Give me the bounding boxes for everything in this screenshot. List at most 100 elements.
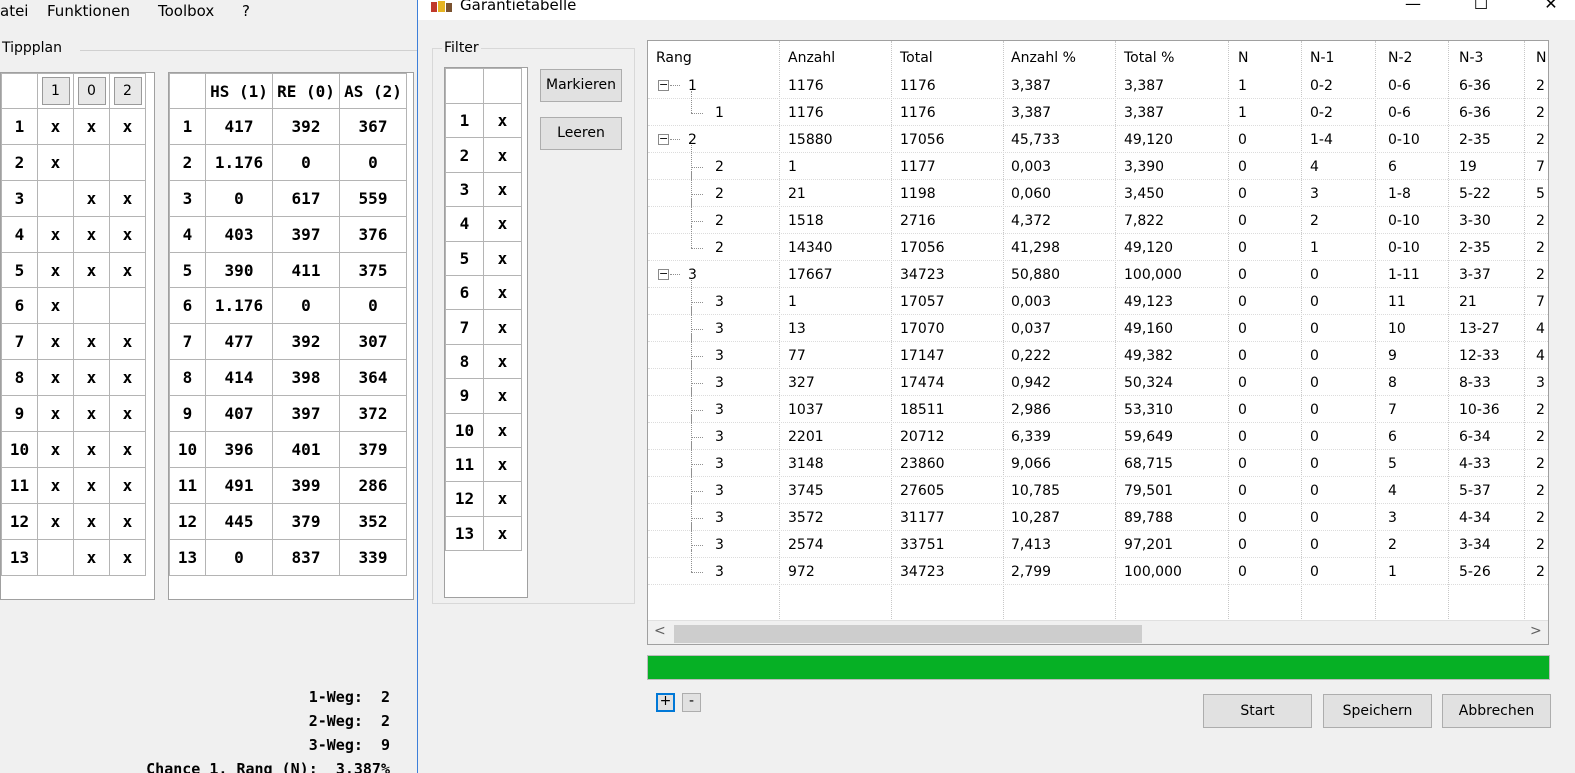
filter-cell[interactable]: x (483, 446, 522, 483)
tipp-cell[interactable] (37, 179, 74, 217)
tipp-cell[interactable]: x (37, 431, 74, 468)
tree-child-row[interactable]: 3 1 17057 0,003 49,123 0 0 11 21 7 (648, 280, 1548, 315)
filter-cell[interactable]: x (483, 309, 522, 345)
column-header[interactable]: N-1 (1310, 50, 1334, 66)
horizontal-scrollbar[interactable]: < > (648, 620, 1548, 644)
statistics-grid[interactable]: HS (1) RE (0) AS (2) 1 417 392 367 2 1.176 0 0 3 0 61… (168, 72, 414, 600)
tipp-cell[interactable]: x (73, 502, 110, 540)
column-header[interactable]: N-2 (1388, 50, 1412, 66)
tipp-cell[interactable]: x (73, 215, 110, 253)
tipp-cell[interactable]: x (109, 466, 146, 504)
tipp-cell[interactable]: x (37, 359, 74, 397)
tippplan-grid[interactable]: 1 0 2 1 x x x 2 x 3 x x 4 x x x 5 x x x 6 x 7 x x x 8 x x x 9 x x x 10 x x x 1… (0, 72, 155, 600)
tipp-cell[interactable]: x (37, 502, 74, 540)
tree-child-row[interactable]: 3 327 17474 0,942 50,324 0 0 8 8-33 3 (648, 361, 1548, 396)
tipp-cell[interactable]: x (73, 466, 110, 504)
menu-datei[interactable]: atei (0, 2, 28, 20)
filter-row[interactable]: 2x (445, 137, 522, 173)
filter-cell[interactable]: x (483, 206, 522, 242)
filter-row[interactable]: 6x (445, 274, 522, 311)
tipp-cell[interactable] (73, 143, 110, 181)
column-header[interactable]: Rang (656, 50, 692, 66)
tipp-col-header-button[interactable]: 1 (41, 77, 70, 105)
tree-child-row[interactable]: 3 3745 27605 10,785 79,501 0 0 4 5-37 2 (648, 469, 1548, 504)
tipp-cell[interactable]: x (73, 431, 110, 468)
tree-child-row[interactable]: 3 77 17147 0,222 49,382 0 0 9 12-33 4 (648, 334, 1548, 369)
tipp-cell[interactable] (109, 143, 146, 181)
filter-row[interactable]: 7x (445, 309, 522, 345)
tipp-cell[interactable]: x (109, 431, 146, 468)
filter-cell[interactable]: x (483, 412, 522, 448)
tipp-cell[interactable]: x (109, 395, 146, 433)
column-header[interactable]: Anzahl % (1011, 50, 1076, 66)
close-icon[interactable]: ✕ (1528, 0, 1574, 20)
tree-child-row[interactable]: 1 1176 1176 3,387 3,387 1 0-2 0-6 6-36 2 (648, 91, 1548, 126)
tipp-cell[interactable]: x (37, 143, 74, 181)
filter-cell[interactable]: x (483, 240, 522, 276)
scroll-right-icon[interactable]: > (1530, 623, 1542, 639)
tipp-cell[interactable] (37, 538, 74, 576)
tree-child-row[interactable]: 3 3148 23860 9,066 68,715 0 0 5 4-33 2 (648, 442, 1548, 477)
filter-row[interactable]: 5x (445, 240, 522, 276)
tree-group-row[interactable]: − 3 17667 34723 50,880 100,000 0 0 1-11 3-37 2 (648, 261, 1548, 288)
tree-child-row[interactable]: 2 1 1177 0,003 3,390 0 4 6 19 7 (648, 145, 1548, 180)
tipp-cell[interactable]: x (37, 323, 74, 361)
tipp-cell[interactable]: x (37, 108, 74, 145)
tipp-cell[interactable]: x (109, 251, 146, 289)
filter-row[interactable]: 11 x (445, 446, 522, 483)
tipp-cell[interactable]: x (109, 538, 146, 576)
tipp-cell[interactable]: x (109, 502, 146, 540)
filter-cell[interactable]: x (483, 102, 522, 139)
tipp-cell[interactable]: x (73, 395, 110, 433)
tipp-cell[interactable]: x (109, 323, 146, 361)
tipp-col-header-button[interactable]: 0 (77, 77, 106, 105)
title-bar[interactable]: Garantietabelle — ☐ ✕ (418, 0, 1575, 20)
tree-group-row[interactable]: − 1 1176 1176 3,387 3,387 1 0-2 0-6 6-36 2 (648, 72, 1548, 99)
expand-all-button[interactable]: + (656, 693, 675, 712)
column-header[interactable]: N (1238, 50, 1248, 66)
filter-row[interactable]: 13 x (445, 515, 522, 552)
column-header[interactable]: Anzahl (788, 50, 835, 66)
collapse-icon[interactable]: − (658, 79, 669, 91)
tipp-cell[interactable]: x (73, 179, 110, 217)
collapse-icon[interactable]: − (658, 268, 669, 280)
tree-child-row[interactable]: 3 3572 31177 10,287 89,788 0 0 3 4-34 2 (648, 496, 1548, 531)
filter-cell[interactable]: x (483, 515, 522, 552)
minimize-icon[interactable]: — (1390, 0, 1436, 20)
column-header[interactable]: N-3 (1459, 50, 1483, 66)
tree-child-row[interactable]: 2 1518 2716 4,372 7,822 0 2 0-10 3-30 2 (648, 199, 1548, 234)
tree-child-row[interactable]: 3 13 17070 0,037 49,160 0 0 10 13-27 4 (648, 307, 1548, 342)
filter-cell[interactable]: x (483, 171, 522, 208)
scroll-left-icon[interactable]: < (654, 623, 666, 639)
maximize-icon[interactable]: ☐ (1458, 0, 1504, 20)
tipp-col-header-button[interactable]: 2 (113, 77, 142, 105)
tipp-cell[interactable]: x (37, 395, 74, 433)
filter-cell[interactable]: x (483, 274, 522, 311)
menu-help[interactable]: ? (242, 2, 250, 20)
tipp-cell[interactable]: x (73, 108, 110, 145)
filter-row[interactable]: 3x (445, 171, 522, 208)
tree-child-row[interactable]: 3 2574 33751 7,413 97,201 0 0 2 3-34 2 (648, 523, 1548, 558)
tipp-cell[interactable]: x (109, 179, 146, 217)
scrollbar-thumb[interactable] (674, 625, 1142, 643)
filter-cell[interactable]: x (483, 343, 522, 380)
filter-row[interactable]: 9x (445, 378, 522, 414)
abbrechen-button[interactable]: Abbrechen (1442, 694, 1551, 728)
filter-row[interactable]: 10 x (445, 412, 522, 448)
filter-row[interactable]: 12 x (445, 481, 522, 517)
filter-row[interactable]: 8x (445, 343, 522, 380)
tipp-cell[interactable] (73, 287, 110, 325)
tipp-cell[interactable]: x (73, 359, 110, 397)
tipp-cell[interactable]: x (73, 323, 110, 361)
menu-toolbox[interactable]: Toolbox (158, 2, 214, 20)
tipp-cell[interactable]: x (37, 287, 74, 325)
column-header[interactable]: Total % (1124, 50, 1174, 66)
tipp-cell[interactable]: x (109, 359, 146, 397)
menu-funktionen[interactable]: Funktionen (47, 2, 130, 20)
column-header[interactable]: Total (900, 50, 933, 66)
tipp-cell[interactable]: x (73, 538, 110, 576)
tree-child-row[interactable]: 2 21 1198 0,060 3,450 0 3 1-8 5-22 5 (648, 172, 1548, 207)
tipp-cell[interactable]: x (37, 466, 74, 504)
tree-child-row[interactable]: 3 972 34723 2,799 100,000 0 0 1 5-26 2 (648, 550, 1548, 585)
tipp-cell[interactable]: x (109, 215, 146, 253)
